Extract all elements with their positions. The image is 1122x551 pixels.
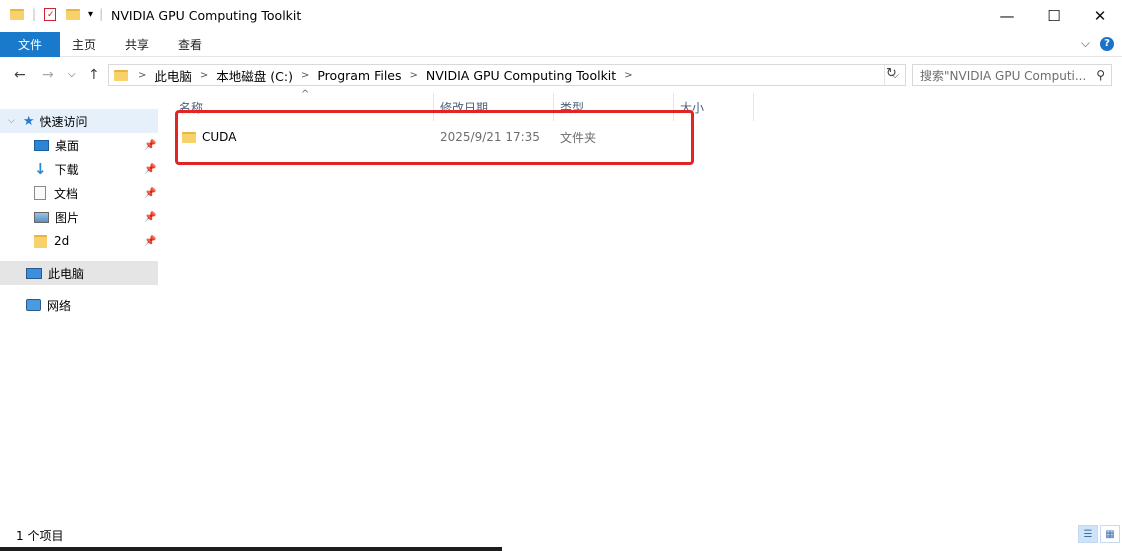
nav-item-desktop[interactable]: 桌面 📌: [34, 133, 158, 157]
properties-icon[interactable]: ✓: [44, 7, 57, 21]
breadcrumb-program-files[interactable]: Program Files: [311, 68, 407, 83]
address-bar[interactable]: > 此电脑 > 本地磁盘 (C:) > Program Files > NVID…: [108, 64, 906, 86]
tab-file[interactable]: 文件: [0, 32, 60, 57]
nav-this-pc[interactable]: 此电脑: [0, 261, 158, 285]
pin-icon: 📌: [144, 211, 157, 223]
highlight-annotation: [175, 110, 694, 165]
search-input[interactable]: 搜索"NVIDIA GPU Computi... ⚲: [912, 64, 1112, 86]
network-icon: [26, 299, 41, 311]
nav-item-2d[interactable]: 2d 📌: [34, 229, 158, 253]
minimize-button[interactable]: —: [984, 0, 1030, 32]
folder-icon: [10, 8, 24, 20]
search-placeholder: 搜索"NVIDIA GPU Computi...: [920, 68, 1087, 83]
search-icon[interactable]: ⚲: [1096, 68, 1105, 82]
help-icon[interactable]: ?: [1100, 36, 1114, 51]
folder-icon: [34, 234, 47, 248]
expand-ribbon-icon[interactable]: ⌵: [1081, 36, 1090, 51]
pin-icon: 📌: [144, 163, 157, 175]
breadcrumb-local-disk[interactable]: 本地磁盘 (C:): [210, 66, 299, 85]
recent-locations-button[interactable]: ⌵: [68, 69, 76, 80]
address-row: ← → ⌵ ↑ > 此电脑 > 本地磁盘 (C:) > Program File…: [0, 57, 1122, 93]
title-bar: | ✓ ▾ | NVIDIA GPU Computing Toolkit — ☐…: [0, 0, 1122, 32]
nav-quick-access[interactable]: ⌵ ★ 快速访问: [0, 109, 158, 133]
window-title: NVIDIA GPU Computing Toolkit: [111, 8, 302, 23]
new-folder-icon[interactable]: [66, 8, 81, 20]
up-button[interactable]: ↑: [88, 67, 100, 83]
pin-icon: 📌: [144, 139, 157, 151]
picture-icon: [34, 211, 49, 223]
tab-home[interactable]: 主页: [72, 32, 96, 57]
quick-access-toolbar: | ✓ ▾ |: [10, 7, 103, 21]
star-icon: ★: [22, 113, 35, 129]
tab-share[interactable]: 共享: [125, 32, 149, 57]
refresh-button[interactable]: ↻: [886, 66, 897, 81]
nav-item-pictures[interactable]: 图片 📌: [34, 205, 158, 229]
ribbon: 文件 主页 共享 查看 ⌵ ?: [0, 32, 1122, 57]
customize-toolbar-icon[interactable]: ▾: [88, 9, 93, 20]
item-count: 1 个项目: [16, 529, 64, 543]
large-icons-view-button[interactable]: ▦: [1100, 525, 1120, 543]
pin-icon: 📌: [144, 187, 157, 199]
breadcrumb-nvidia-toolkit[interactable]: NVIDIA GPU Computing Toolkit: [420, 68, 622, 83]
maximize-button[interactable]: ☐: [1031, 0, 1077, 32]
breadcrumb-this-pc[interactable]: 此电脑: [148, 66, 198, 85]
forward-button[interactable]: →: [42, 67, 54, 83]
taskbar-strip: [0, 547, 502, 551]
nav-network[interactable]: 网络: [0, 293, 158, 317]
pin-icon: 📌: [144, 235, 157, 247]
sort-arrow-icon: ^: [301, 89, 310, 100]
details-view-button[interactable]: ☰: [1078, 525, 1098, 543]
tab-view[interactable]: 查看: [178, 32, 202, 57]
document-icon: [34, 186, 46, 200]
download-icon: ↓: [34, 160, 47, 178]
expand-icon[interactable]: ⌵: [8, 116, 15, 126]
desktop-icon: [34, 139, 49, 151]
nav-item-documents[interactable]: 文档 📌: [34, 181, 158, 205]
back-button[interactable]: ←: [14, 67, 26, 83]
close-button[interactable]: ✕: [1077, 0, 1122, 32]
navigation-pane: ⌵ ★ 快速访问 桌面 📌 ↓ 下载 📌 文档 📌 图片 📌 2d 📌 此电脑 …: [0, 93, 160, 518]
nav-item-downloads[interactable]: ↓ 下载 📌: [34, 157, 158, 181]
computer-icon: [26, 267, 42, 279]
folder-icon: [114, 69, 128, 81]
